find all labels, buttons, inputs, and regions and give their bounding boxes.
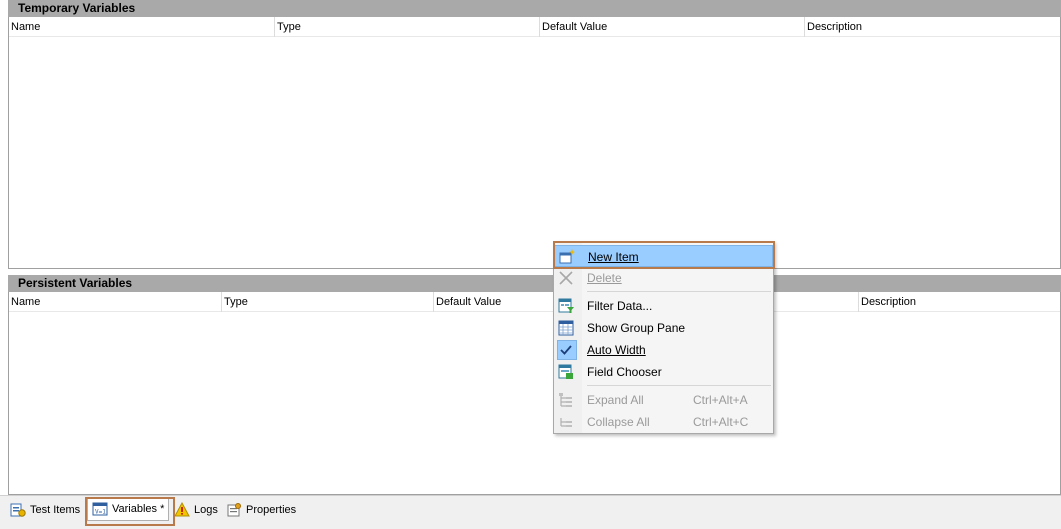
menu-item-label: Show Group Pane xyxy=(587,321,686,335)
menu-item-filter-data[interactable]: Filter Data... xyxy=(554,295,773,317)
logs-icon xyxy=(174,501,190,518)
menu-item-label: Collapse All xyxy=(587,415,650,429)
menu-item-label: Auto Width xyxy=(587,343,646,357)
bottom-tab-bar: Test Items V=1 Variables * Logs Properti… xyxy=(0,495,1061,529)
menu-item-label: Delete xyxy=(587,271,622,285)
column-header-default-value[interactable]: Default Value xyxy=(540,17,805,37)
context-menu: New Item Delete Filter Data... Show Grou… xyxy=(553,241,774,434)
checkmark-icon xyxy=(558,342,574,358)
tab-label: Properties xyxy=(246,504,297,516)
tab-test-items[interactable]: Test Items xyxy=(10,500,80,520)
temporary-variables-title: Temporary Variables xyxy=(18,1,136,15)
menu-item-delete[interactable]: Delete xyxy=(554,267,773,289)
menu-item-label: Expand All xyxy=(587,393,644,407)
menu-item-label: Filter Data... xyxy=(587,299,653,313)
column-header-name[interactable]: Name xyxy=(9,17,275,37)
new-item-icon xyxy=(559,249,575,265)
menu-item-label: New Item xyxy=(588,250,639,264)
menu-item-show-group-pane[interactable]: Show Group Pane xyxy=(554,317,773,339)
tab-properties[interactable]: Properties xyxy=(226,500,296,520)
tab-label: Variables * xyxy=(112,503,165,515)
menu-item-shortcut: Ctrl+Alt+C xyxy=(693,415,749,429)
menu-item-auto-width[interactable]: Auto Width xyxy=(554,339,773,361)
tab-logs[interactable]: Logs xyxy=(174,500,218,520)
svg-text:V=1: V=1 xyxy=(95,509,106,516)
column-header-name[interactable]: Name xyxy=(9,292,222,312)
variables-icon: V=1 xyxy=(92,501,108,517)
tab-label: Test Items xyxy=(30,504,81,516)
delete-icon xyxy=(558,270,574,286)
menu-item-label: Field Chooser xyxy=(587,365,662,379)
menu-separator xyxy=(587,291,771,292)
menu-separator xyxy=(587,385,771,386)
temporary-variables-grid[interactable]: Name Type Default Value Description xyxy=(8,17,1061,269)
tab-variables[interactable]: V=1 Variables * xyxy=(87,498,170,521)
column-header-type[interactable]: Type xyxy=(275,17,540,37)
menu-item-shortcut: Ctrl+Alt+A xyxy=(693,393,748,407)
filter-icon xyxy=(558,298,574,314)
temporary-variables-header: Temporary Variables xyxy=(8,0,1061,17)
test-items-icon xyxy=(10,502,26,518)
group-pane-icon xyxy=(558,320,574,336)
column-header-description[interactable]: Description xyxy=(859,292,1060,312)
menu-item-field-chooser[interactable]: Field Chooser xyxy=(554,361,773,383)
persistent-variables-header: Persistent Variables xyxy=(8,275,1061,292)
persistent-variables-title: Persistent Variables xyxy=(18,276,133,290)
persistent-variables-grid[interactable]: Name Type Default Value Description xyxy=(8,292,1061,495)
menu-item-new-item[interactable]: New Item xyxy=(554,245,773,267)
persistent-grid-header: Name Type Default Value Description xyxy=(9,292,1060,312)
properties-icon xyxy=(226,502,242,518)
column-header-description[interactable]: Description xyxy=(805,17,1060,37)
tab-label: Logs xyxy=(194,504,218,516)
menu-item-collapse-all[interactable]: Collapse All Ctrl+Alt+C xyxy=(554,411,773,433)
menu-item-expand-all[interactable]: Expand All Ctrl+Alt+A xyxy=(554,389,773,411)
collapse-all-icon xyxy=(558,414,574,430)
column-header-type[interactable]: Type xyxy=(222,292,434,312)
temporary-grid-header: Name Type Default Value Description xyxy=(9,17,1060,37)
field-chooser-icon xyxy=(558,364,574,380)
expand-all-icon xyxy=(558,392,574,408)
